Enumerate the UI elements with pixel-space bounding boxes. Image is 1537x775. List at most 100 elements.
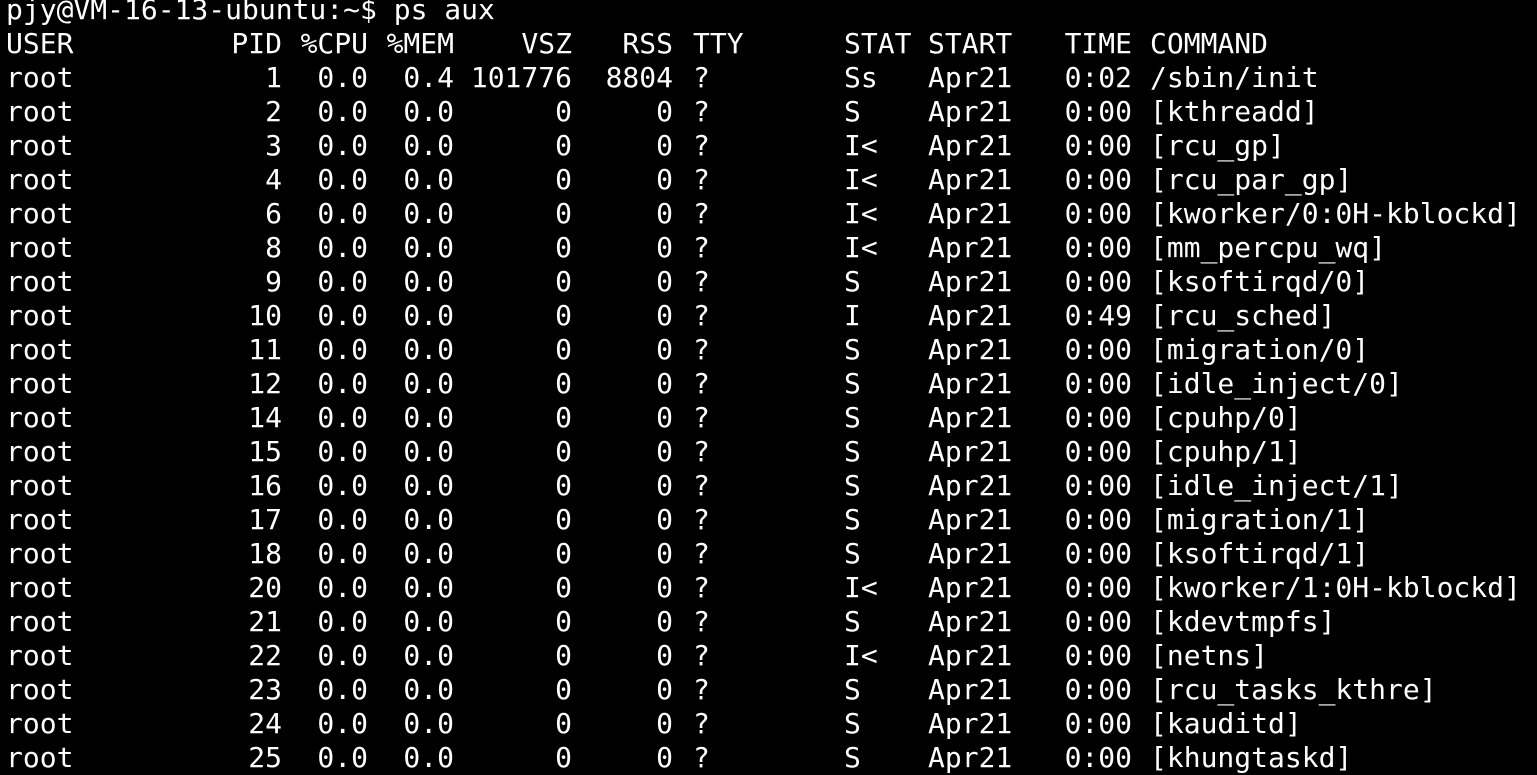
- cell-command: [migration/0]: [1150, 333, 1370, 366]
- cell-time: 0:00: [1064, 503, 1132, 536]
- cell-stat: S: [844, 605, 861, 638]
- cell-start: Apr21: [928, 435, 1013, 468]
- cell-pid: 9: [265, 265, 282, 298]
- cell-tty: ?: [693, 537, 710, 570]
- cell-user: root: [6, 367, 74, 400]
- cell-user: root: [6, 435, 74, 468]
- table-row: root 14 0.0 0.0 0 0? S Apr21 0:00 [cpuhp/0]: [6, 401, 1537, 435]
- cell-user: root: [6, 503, 74, 536]
- cell-stat: I<: [844, 231, 878, 264]
- cell-mem: 0.0: [403, 707, 454, 740]
- cell-cpu: 0.0: [317, 95, 368, 128]
- cell-stat: I: [844, 299, 861, 332]
- cell-vsz: 0: [555, 639, 572, 672]
- cell-user: root: [6, 61, 74, 94]
- cell-cpu: 0.0: [317, 503, 368, 536]
- cell-start: Apr21: [928, 197, 1013, 230]
- cell-time: 0:00: [1064, 707, 1132, 740]
- cell-tty: ?: [693, 265, 710, 298]
- cell-time: 0:00: [1064, 571, 1132, 604]
- terminal-window[interactable]: pjy@VM-16-13-ubuntu:~$ ps aux USER PID %…: [0, 0, 1537, 775]
- cell-command: [rcu_gp]: [1150, 129, 1285, 162]
- table-row: root 15 0.0 0.0 0 0? S Apr21 0:00 [cpuhp/1]: [6, 435, 1537, 469]
- cell-pid: 20: [248, 571, 282, 604]
- cell-command: [idle_inject/1]: [1150, 469, 1403, 502]
- cell-vsz: 0: [555, 231, 572, 264]
- cell-command: [rcu_sched]: [1150, 299, 1336, 332]
- cell-stat: S: [844, 741, 861, 774]
- cell-stat: S: [844, 435, 861, 468]
- cell-user: root: [6, 197, 74, 230]
- table-row: root 20 0.0 0.0 0 0? I< Apr21 0:00 [kworker/1:0H-…: [6, 571, 1537, 605]
- cell-cpu: 0.0: [317, 265, 368, 298]
- cell-time: 0:49: [1064, 299, 1132, 332]
- cell-tty: ?: [693, 299, 710, 332]
- table-row: root 12 0.0 0.0 0 0? S Apr21 0:00 [idle_inject/0]: [6, 367, 1537, 401]
- table-row: root 6 0.0 0.0 0 0? I< Apr21 0:00 [kworker/0:0H-k…: [6, 197, 1537, 231]
- cell-command: [netns]: [1150, 639, 1269, 672]
- cell-pid: 8: [265, 231, 282, 264]
- cell-pid: 10: [248, 299, 282, 332]
- cell-cpu: 0.0: [317, 61, 368, 94]
- cell-mem: 0.0: [403, 673, 454, 706]
- cell-user: root: [6, 333, 74, 366]
- cell-mem: 0.0: [403, 503, 454, 536]
- cell-cpu: 0.0: [317, 741, 368, 774]
- cell-start: Apr21: [928, 673, 1013, 706]
- cell-stat: S: [844, 503, 861, 536]
- header-vsz: VSZ: [521, 27, 572, 60]
- cell-mem: 0.0: [403, 537, 454, 570]
- cell-start: Apr21: [928, 707, 1013, 740]
- cell-stat: S: [844, 367, 861, 400]
- table-row: root 1 0.0 0.4 101776 8804? Ss Apr21 0:02/sbin/i…: [6, 61, 1537, 95]
- cell-stat: S: [844, 401, 861, 434]
- cell-mem: 0.0: [403, 95, 454, 128]
- cell-rss: 0: [656, 299, 673, 332]
- cell-user: root: [6, 469, 74, 502]
- cell-user: root: [6, 163, 74, 196]
- cell-start: Apr21: [928, 605, 1013, 638]
- cell-start: Apr21: [928, 503, 1013, 536]
- cell-mem: 0.4: [403, 61, 454, 94]
- cell-stat: I<: [844, 197, 878, 230]
- cell-vsz: 0: [555, 333, 572, 366]
- cell-command: [rcu_tasks_kthre]: [1150, 673, 1437, 706]
- cell-command: [cpuhp/0]: [1150, 401, 1302, 434]
- cell-start: Apr21: [928, 741, 1013, 774]
- cell-rss: 0: [656, 435, 673, 468]
- cell-time: 0:00: [1064, 129, 1132, 162]
- cell-command: [kthreadd]: [1150, 95, 1319, 128]
- cell-pid: 11: [248, 333, 282, 366]
- cell-stat: I<: [844, 639, 878, 672]
- cell-time: 0:00: [1064, 95, 1132, 128]
- cell-cpu: 0.0: [317, 231, 368, 264]
- cell-cpu: 0.0: [317, 707, 368, 740]
- table-row: root 2 0.0 0.0 0 0? S Apr21 0:00 [kthreadd]: [6, 95, 1537, 129]
- cell-time: 0:00: [1064, 197, 1132, 230]
- cell-mem: 0.0: [403, 435, 454, 468]
- cell-cpu: 0.0: [317, 401, 368, 434]
- cell-start: Apr21: [928, 537, 1013, 570]
- cell-tty: ?: [693, 163, 710, 196]
- cell-pid: 22: [248, 639, 282, 672]
- table-row: root 17 0.0 0.0 0 0? S Apr21 0:00 [migration/1]: [6, 503, 1537, 537]
- cell-rss: 0: [656, 537, 673, 570]
- cell-stat: S: [844, 673, 861, 706]
- cell-mem: 0.0: [403, 129, 454, 162]
- cell-command: [idle_inject/0]: [1150, 367, 1403, 400]
- table-row: root 24 0.0 0.0 0 0? S Apr21 0:00 [kauditd]: [6, 707, 1537, 741]
- cell-command: [khungtaskd]: [1150, 741, 1353, 774]
- cell-rss: 8804: [605, 61, 673, 94]
- cell-mem: 0.0: [403, 265, 454, 298]
- cell-vsz: 0: [555, 605, 572, 638]
- cell-vsz: 101776: [470, 61, 572, 94]
- cell-tty: ?: [693, 129, 710, 162]
- cell-pid: 2: [265, 95, 282, 128]
- cell-start: Apr21: [928, 469, 1013, 502]
- cell-rss: 0: [656, 469, 673, 502]
- cell-cpu: 0.0: [317, 469, 368, 502]
- cell-rss: 0: [656, 265, 673, 298]
- cell-command: [ksoftirqd/1]: [1150, 537, 1370, 570]
- table-row: root 9 0.0 0.0 0 0? S Apr21 0:00 [ksoftirqd/0]: [6, 265, 1537, 299]
- cell-user: root: [6, 299, 74, 332]
